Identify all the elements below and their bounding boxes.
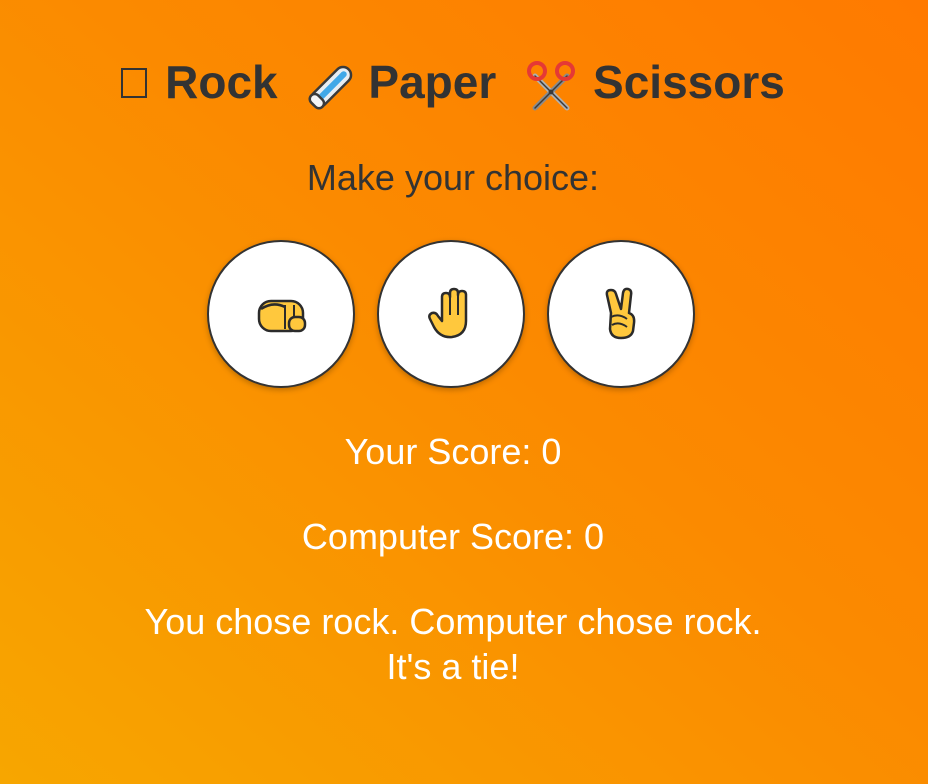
round-result: You chose rock. Computer chose rock. It'… — [90, 599, 816, 689]
game-container: Rock Paper Scissors Make your choice: Yo… — [0, 0, 906, 784]
computer-score: Computer Score: 0 — [301, 516, 605, 557]
result-line-outcome: It's a tie! — [386, 646, 520, 687]
paper-roll-icon — [304, 60, 358, 128]
player-score: Your Score: 0 — [344, 431, 562, 472]
raised-hand-icon — [428, 287, 474, 341]
choice-prompt: Make your choice: — [306, 157, 600, 198]
rock-button[interactable] — [207, 240, 355, 388]
game-title: Rock Paper Scissors — [0, 52, 906, 128]
choice-buttons — [207, 240, 699, 390]
scissors-icon — [523, 58, 579, 128]
title-scissors-label: Scissors — [593, 56, 785, 108]
title-paper-label: Paper — [368, 56, 497, 108]
fist-icon — [255, 291, 307, 337]
title-rock-label: Rock — [165, 56, 278, 108]
victory-hand-icon — [601, 287, 641, 341]
result-line-choices: You chose rock. Computer chose rock. — [144, 601, 762, 642]
scissors-button[interactable] — [547, 240, 695, 388]
rock-placeholder-icon — [121, 68, 148, 98]
paper-button[interactable] — [377, 240, 525, 388]
